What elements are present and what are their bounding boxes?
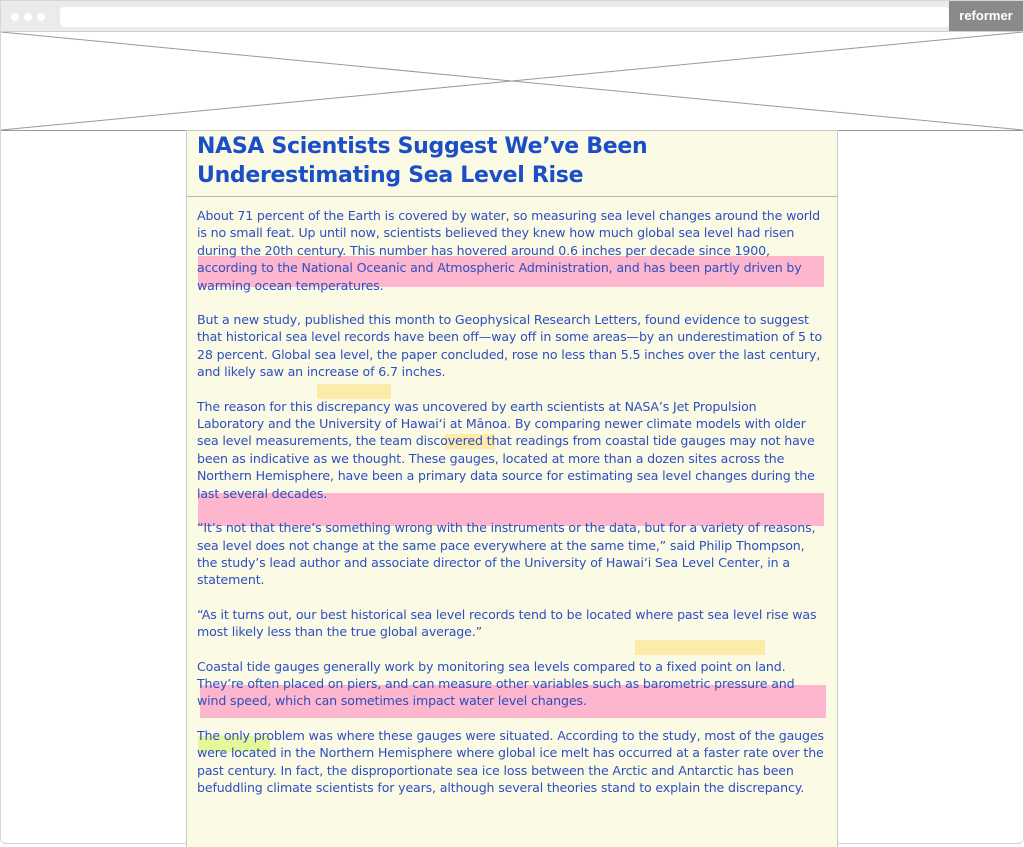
address-bar[interactable] [60, 7, 949, 27]
article-paragraph: But a new study, published this month to… [197, 312, 823, 380]
article-paragraph: “It’s not that there’s something wrong w… [197, 520, 816, 588]
article-paragraph: About 71 percent of the Earth is covered… [197, 208, 820, 293]
window-dot-minimize[interactable] [24, 13, 32, 21]
window-dot-close[interactable] [11, 13, 19, 21]
article: NASA Scientists Suggest We’ve Been Under… [186, 130, 838, 847]
placeholder-cross-icon [1, 32, 1023, 130]
article-paragraph: Coastal tide gauges generally work by mo… [197, 658, 795, 709]
window-controls [11, 13, 45, 21]
article-paragraph: The only problem was where these gauges … [197, 727, 824, 795]
highlight-yellow-3 [635, 640, 765, 655]
article-body: About 71 percent of the Earth is covered… [187, 197, 837, 796]
article-title: NASA Scientists Suggest We’ve Been Under… [187, 132, 837, 197]
banner-image-placeholder [1, 32, 1023, 131]
article-paragraph: “As it turns out, our best historical se… [197, 606, 817, 640]
brand-label[interactable]: reformer [949, 1, 1023, 31]
window-dot-maximize[interactable] [37, 13, 45, 21]
article-paragraph: The reason for this discrepancy was unco… [197, 398, 815, 501]
browser-toolbar: reformer [1, 1, 1023, 32]
